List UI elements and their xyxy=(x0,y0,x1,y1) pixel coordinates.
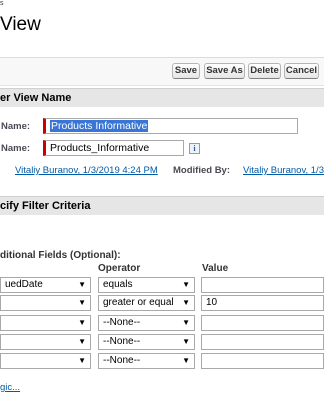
view-name-section-heading: er View Name xyxy=(0,88,324,107)
filter-field-select[interactable]: ▼ xyxy=(0,334,91,350)
chevron-down-icon: ▼ xyxy=(182,298,190,307)
filter-operator-value: greater or equal xyxy=(103,297,174,308)
filter-field-select[interactable]: ▼ xyxy=(0,353,91,369)
filter-operator-value: equals xyxy=(103,279,133,290)
unique-name-input[interactable]: Products_Informative xyxy=(43,140,184,156)
filter-logic-link[interactable]: gic... xyxy=(0,382,20,393)
modified-by-link[interactable]: Vitaliy Buranov, 1/3 xyxy=(243,165,324,176)
chevron-down-icon: ▼ xyxy=(78,318,86,327)
chevron-down-icon: ▼ xyxy=(78,280,86,289)
filter-value-input[interactable]: 10 xyxy=(201,295,324,311)
filter-value-input[interactable] xyxy=(201,315,324,331)
modified-by-label: Modified By: xyxy=(173,165,230,176)
unique-name-label: Name: xyxy=(1,143,31,154)
cancel-button[interactable]: Cancel xyxy=(284,63,319,79)
view-name-label: Name: xyxy=(1,121,31,132)
operator-column-header: Operator xyxy=(98,263,141,274)
chevron-down-icon: ▼ xyxy=(182,356,190,365)
filter-operator-select[interactable]: greater or equal ▼ xyxy=(98,295,195,311)
page-subtitle: s xyxy=(0,0,4,7)
filter-field-select[interactable]: ▼ xyxy=(0,315,91,331)
delete-button[interactable]: Delete xyxy=(248,63,281,79)
chevron-down-icon: ▼ xyxy=(78,337,86,346)
filter-operator-select[interactable]: --None-- ▼ xyxy=(98,315,195,331)
filter-field-value: uedDate xyxy=(5,279,43,290)
save-as-button[interactable]: Save As xyxy=(204,63,245,79)
value-column-header: Value xyxy=(202,263,229,274)
chevron-down-icon: ▼ xyxy=(78,298,86,307)
page-title: View xyxy=(0,14,41,35)
view-name-input[interactable]: Products Informative xyxy=(43,118,298,134)
save-button[interactable]: Save xyxy=(172,63,200,79)
additional-fields-label: ditional Fields (Optional): xyxy=(0,250,121,261)
filter-operator-value: --None-- xyxy=(103,317,141,328)
filter-operator-select[interactable]: --None-- ▼ xyxy=(98,353,195,369)
filter-field-select[interactable]: ▼ xyxy=(0,295,91,311)
info-icon[interactable]: i xyxy=(189,143,200,154)
filter-operator-select[interactable]: --None-- ▼ xyxy=(98,334,195,350)
chevron-down-icon: ▼ xyxy=(78,356,86,365)
filter-operator-select[interactable]: equals ▼ xyxy=(98,277,195,293)
filter-value-input[interactable] xyxy=(201,353,324,369)
chevron-down-icon: ▼ xyxy=(182,318,190,327)
filter-value-input[interactable] xyxy=(201,334,324,350)
filter-value-input[interactable] xyxy=(201,277,324,293)
filter-criteria-section-heading: cify Filter Criteria xyxy=(0,196,324,215)
view-name-value: Products Informative xyxy=(50,120,149,132)
filter-operator-value: --None-- xyxy=(103,336,141,347)
button-toolbar: Save Save As Delete Cancel xyxy=(0,57,324,86)
filter-operator-value: --None-- xyxy=(103,355,141,366)
chevron-down-icon: ▼ xyxy=(182,280,190,289)
filter-field-select[interactable]: uedDate ▼ xyxy=(0,277,91,293)
created-by-link[interactable]: Vitaliy Buranov, 1/3/2019 4:24 PM xyxy=(15,165,158,176)
chevron-down-icon: ▼ xyxy=(182,337,190,346)
